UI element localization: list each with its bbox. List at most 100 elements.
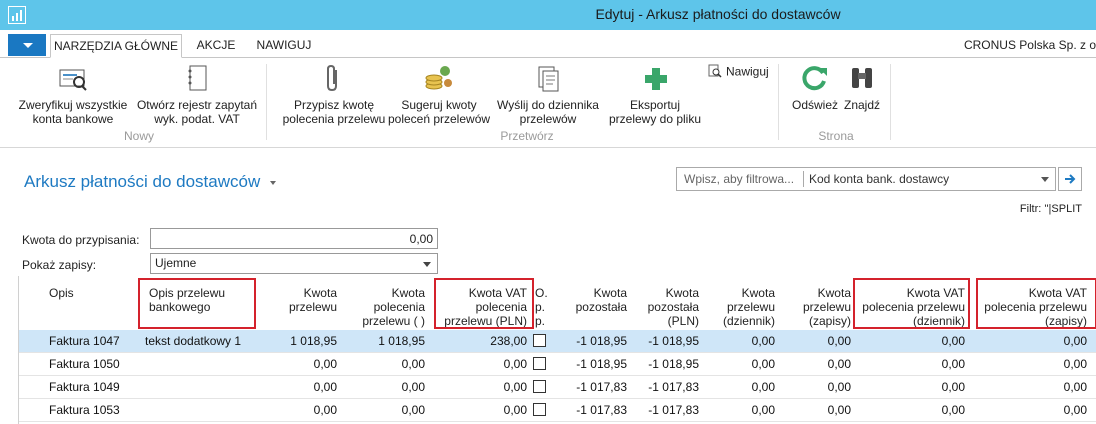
cell-vat-pln[interactable]: 238,00 (439, 334, 527, 348)
row-divider (19, 421, 1096, 422)
cell-description[interactable]: Faktura 1050 (49, 357, 139, 371)
column-header-transfer-journal[interactable]: Kwota przelewu (dziennik) (709, 276, 775, 329)
apply-filter-button[interactable] (1058, 167, 1082, 191)
table-row[interactable]: Faktura 1050 0,00 0,00 0,00 -1 018,95 -1 018,… (19, 353, 1096, 376)
refresh-icon (799, 62, 831, 94)
filter-divider (803, 171, 804, 187)
show-entries-select[interactable]: Ujemne (150, 253, 438, 274)
document-icon (532, 62, 564, 94)
tab-navigate[interactable]: NAWIGUJ (250, 34, 318, 58)
cell-description[interactable]: Faktura 1047 (49, 334, 139, 348)
search-input[interactable] (677, 168, 801, 190)
highlight-box (434, 278, 534, 329)
cell-description[interactable]: Faktura 1053 (49, 403, 139, 417)
cell-vat-entries[interactable]: 0,00 (981, 334, 1087, 348)
verify-bank-accounts-button[interactable]: Zweryfikuj wszystkie konta bankowe (16, 62, 130, 126)
op-checkbox[interactable] (533, 334, 546, 347)
op-checkbox[interactable] (533, 357, 546, 370)
cell-order-amount[interactable]: 1 018,95 (349, 334, 425, 348)
column-header-remaining-pln[interactable]: Kwota pozostała (PLN) (637, 276, 699, 329)
cell-transfer-entries[interactable]: 0,00 (785, 334, 851, 348)
cell-remaining[interactable]: -1 018,95 (559, 334, 627, 348)
cell-order-amount[interactable]: 0,00 (349, 357, 425, 371)
cell-order-amount[interactable]: 0,00 (349, 380, 425, 394)
show-entries-label: Pokaż zapisy: (22, 258, 97, 272)
table-row[interactable]: Faktura 1053 0,00 0,00 0,00 -1 017,83 -1 017,… (19, 399, 1096, 422)
assign-amount-button[interactable]: Przypisz kwotę polecenia przelewu (282, 62, 386, 126)
cell-transfer-journal[interactable]: 0,00 (709, 403, 775, 417)
ribbon: Zweryfikuj wszystkie konta bankowe Otwór… (0, 57, 1096, 148)
paperclip-icon (318, 62, 350, 94)
chevron-down-icon[interactable] (1041, 177, 1049, 182)
cell-vat-entries[interactable]: 0,00 (981, 403, 1087, 417)
cell-transfer-amount[interactable]: 1 018,95 (269, 334, 337, 348)
cell-vat-journal[interactable]: 0,00 (857, 380, 965, 394)
column-header-op[interactable]: O. p. p. (535, 276, 551, 329)
filter-text: Filtr: ''|SPLIT (1019, 203, 1082, 215)
cell-vat-entries[interactable]: 0,00 (981, 380, 1087, 394)
binoculars-icon (846, 62, 878, 94)
tab-actions[interactable]: AKCJE (190, 34, 242, 58)
ribbon-tab-bar: NARZĘDZIA GŁÓWNE AKCJE NAWIGUJ CRONUS Po… (0, 30, 1096, 58)
amount-to-assign-input[interactable] (150, 228, 438, 249)
tab-home[interactable]: NARZĘDZIA GŁÓWNE (50, 34, 182, 58)
cell-remaining[interactable]: -1 017,83 (559, 380, 627, 394)
suggest-amounts-button[interactable]: Sugeruj kwoty poleceń przelewów (386, 62, 492, 126)
column-header-order-amount[interactable]: Kwota polecenia przelewu ( ) (349, 276, 425, 329)
highlight-box (853, 278, 970, 329)
op-checkbox[interactable] (533, 403, 546, 416)
find-button[interactable]: Znajdź (840, 62, 884, 112)
cell-remaining-pln[interactable]: -1 017,83 (637, 380, 699, 394)
notebook-icon (181, 62, 213, 94)
column-header-transfer-entries[interactable]: Kwota przelewu (zapisy) (785, 276, 851, 329)
cell-transfer-journal[interactable]: 0,00 (709, 357, 775, 371)
cell-transfer-entries[interactable]: 0,00 (785, 380, 851, 394)
window-title: Edytuj - Arkusz płatności do dostawców (595, 6, 841, 22)
page-title[interactable]: Arkusz płatności do dostawców (24, 172, 277, 192)
column-header-transfer-amount[interactable]: Kwota przelewu (269, 276, 337, 329)
app-menu-button[interactable] (8, 34, 46, 56)
chevron-down-icon (423, 262, 431, 267)
cell-remaining[interactable]: -1 017,83 (559, 403, 627, 417)
column-header-remaining[interactable]: Kwota pozostała (559, 276, 627, 329)
cell-transfer-amount[interactable]: 0,00 (269, 357, 337, 371)
highlight-box (976, 278, 1096, 329)
cell-transfer-journal[interactable]: 0,00 (709, 380, 775, 394)
cell-vat-journal[interactable]: 0,00 (857, 334, 965, 348)
cell-transfer-amount[interactable]: 0,00 (269, 380, 337, 394)
cell-transfer-journal[interactable]: 0,00 (709, 334, 775, 348)
table-row[interactable]: Faktura 1049 0,00 0,00 0,00 -1 017,83 -1 017,… (19, 376, 1096, 399)
ribbon-separator (266, 64, 267, 140)
navigate-button[interactable]: Nawiguj (708, 64, 769, 81)
send-to-journal-button[interactable]: Wyślij do dziennika przelewów (494, 62, 602, 126)
cell-transfer-amount[interactable]: 0,00 (269, 403, 337, 417)
cell-remaining-pln[interactable]: -1 018,95 (637, 334, 699, 348)
filter-field-select[interactable]: Kod konta bank. dostawcy (809, 172, 949, 186)
cell-remaining[interactable]: -1 018,95 (559, 357, 627, 371)
cell-bank-description[interactable]: tekst dodatkowy 1 (145, 334, 275, 348)
arrow-right-icon (1065, 174, 1076, 184)
coins-icon (423, 62, 455, 94)
cell-transfer-entries[interactable]: 0,00 (785, 357, 851, 371)
cell-vat-journal[interactable]: 0,00 (857, 357, 965, 371)
ribbon-separator (890, 64, 891, 140)
table-row[interactable]: Faktura 1047 tekst dodatkowy 11 018,95 1 0… (19, 330, 1096, 353)
cell-remaining-pln[interactable]: -1 017,83 (637, 403, 699, 417)
column-header-description[interactable]: Opis (49, 276, 109, 329)
export-transfers-button[interactable]: Eksportuj przelewy do pliku (604, 62, 706, 126)
group-label-process: Przetwórz (500, 129, 554, 143)
op-checkbox[interactable] (533, 380, 546, 393)
cell-remaining-pln[interactable]: -1 018,95 (637, 357, 699, 371)
cell-vat-pln[interactable]: 0,00 (439, 380, 527, 394)
open-vat-register-button[interactable]: Otwórz rejestr zapytań wyk. podat. VAT (132, 62, 262, 126)
cell-vat-pln[interactable]: 0,00 (439, 357, 527, 371)
filter-box: Kod konta bank. dostawcy (676, 167, 1056, 191)
refresh-button[interactable]: Odśwież (790, 62, 840, 112)
cell-description[interactable]: Faktura 1049 (49, 380, 139, 394)
cell-vat-pln[interactable]: 0,00 (439, 403, 527, 417)
cell-transfer-entries[interactable]: 0,00 (785, 403, 851, 417)
cell-order-amount[interactable]: 0,00 (349, 403, 425, 417)
search-icon (708, 64, 722, 81)
cell-vat-entries[interactable]: 0,00 (981, 357, 1087, 371)
cell-vat-journal[interactable]: 0,00 (857, 403, 965, 417)
